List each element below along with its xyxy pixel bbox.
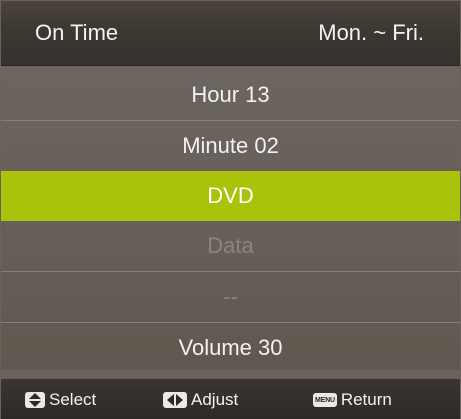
adjust-hint-label: Adjust — [191, 390, 239, 409]
minute-setting[interactable]: Minute 02 — [1, 120, 460, 170]
up-down-arrows-icon — [25, 392, 45, 408]
select-hint-label: Select — [49, 390, 97, 409]
channel-type-setting: Data — [207, 233, 254, 258]
hour-setting[interactable]: Hour 13 — [1, 70, 460, 120]
timer-osd-panel: On Time Mon. ~ Fri. Hour 13 Minute 02 DV… — [0, 0, 461, 419]
select-hint: Select — [25, 390, 96, 410]
menu-key-icon: MENU — [313, 393, 337, 407]
source-setting[interactable]: DVD — [1, 171, 460, 221]
volume-setting[interactable]: Volume 30 — [1, 322, 460, 372]
key-hint-bar: Select Adjust MENU Return — [1, 379, 460, 419]
left-right-arrows-icon — [163, 392, 187, 408]
return-hint-label: Return — [340, 390, 392, 409]
osd-header: On Time Mon. ~ Fri. — [1, 1, 460, 66]
settings-list: Hour 13 Minute 02 DVD Data -- Volume 30 — [1, 66, 460, 370]
day-range-setting[interactable]: Mon. ~ Fri. — [318, 20, 424, 46]
channel-setting: -- — [1, 271, 460, 321]
adjust-hint: Adjust — [163, 390, 238, 410]
return-hint: MENU Return — [313, 390, 392, 410]
page-title: On Time — [35, 20, 119, 45]
